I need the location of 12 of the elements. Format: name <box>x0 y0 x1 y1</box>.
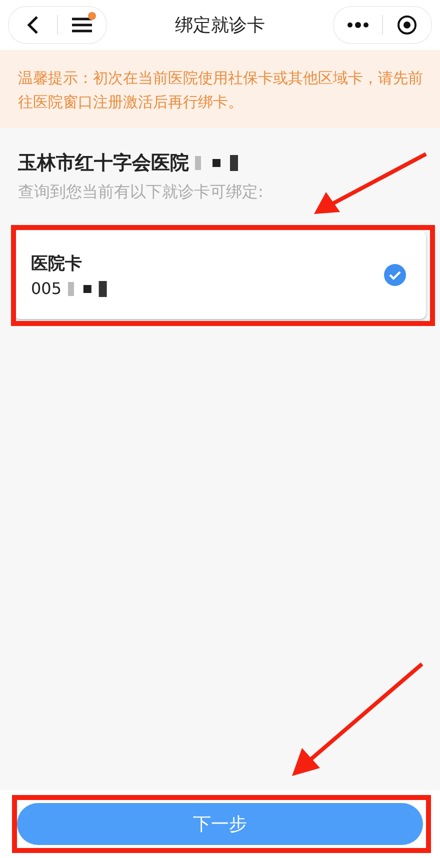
card-item[interactable]: 医院卡 005 <box>14 231 426 319</box>
notice-text: 温馨提示：初次在当前医院使用社保卡或其他区域卡，请先前往医院窗口注册激活后再行绑卡。 <box>0 50 440 128</box>
card-type: 医院卡 <box>31 253 83 275</box>
back-icon <box>27 15 39 35</box>
subtitle: 查询到您当前有以下就诊卡可绑定: <box>18 182 264 203</box>
check-icon[interactable] <box>384 264 406 286</box>
more-icon <box>347 22 369 28</box>
page-title: 绑定就诊卡 <box>175 14 265 37</box>
target-icon <box>397 15 417 35</box>
menu-icon <box>71 16 93 34</box>
hospital-name: 玉林市红十字会医院 <box>18 151 189 176</box>
card-number: 005 <box>31 279 62 298</box>
